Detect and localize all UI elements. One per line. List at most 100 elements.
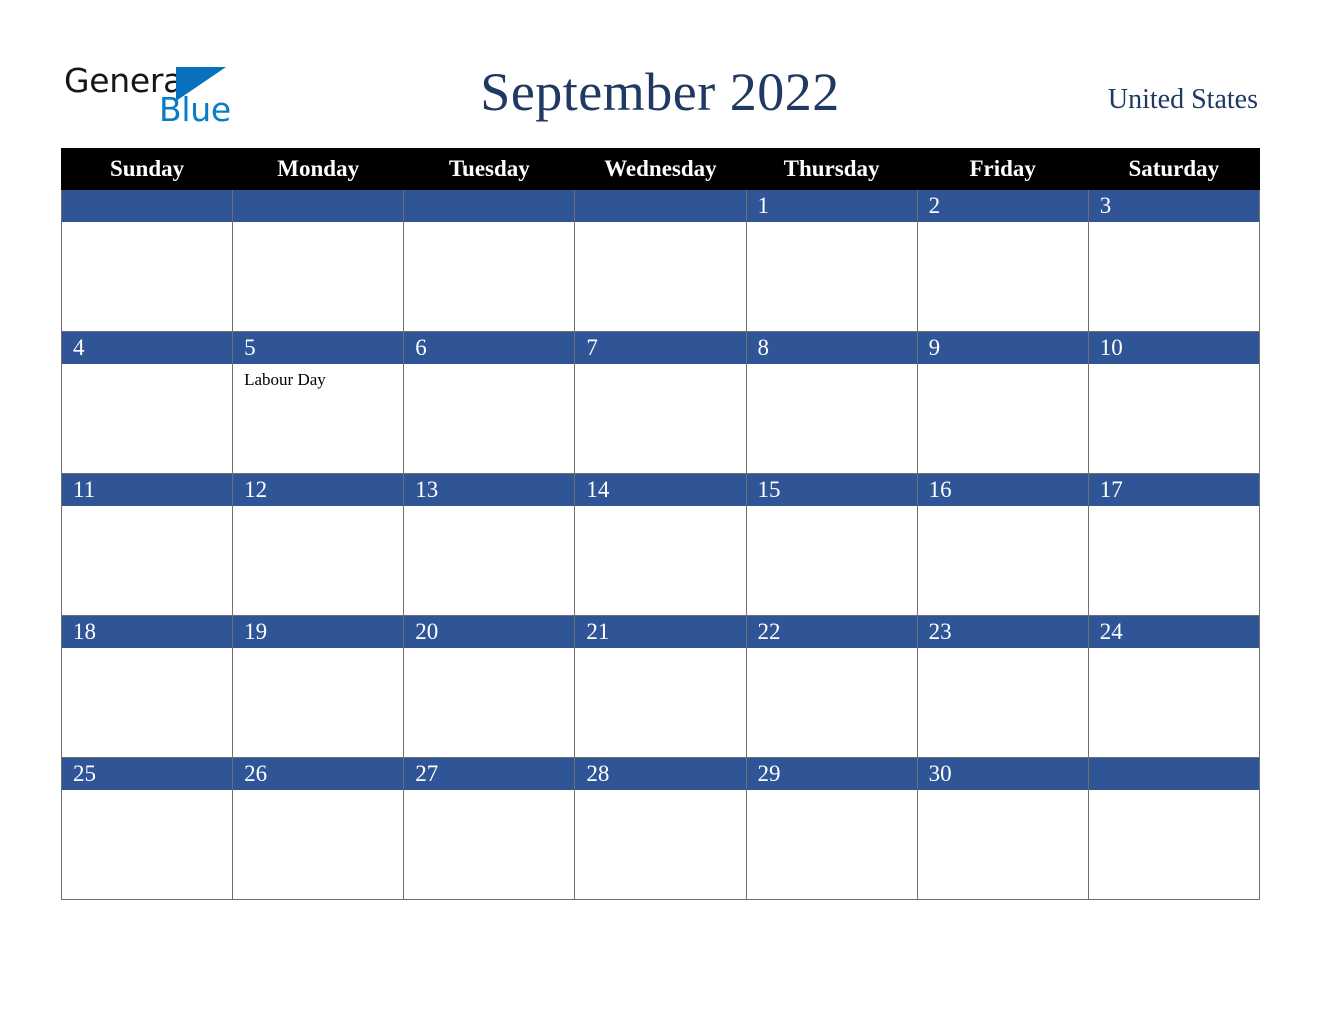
calendar-day-cell[interactable]: 14 [574,473,747,616]
calendar-day-cell[interactable]: 7 [574,331,747,474]
day-cell-inner [62,190,233,331]
calendar-day-cell[interactable] [60,189,234,332]
day-events [1089,648,1259,653]
calendar-day-cell[interactable]: 17 [1087,473,1260,616]
day-cell-inner: 16 [917,474,1088,615]
day-events [404,364,574,369]
day-number [575,190,746,222]
calendar-week-row: 25 26 27 28 29 30 [60,757,1260,900]
calendar-body: 1 2 3 4 5 Labour Day 6 7 8 9 10 11 12 13 14 15 16 17 18 19 2… [60,189,1260,900]
day-number: 4 [62,332,233,364]
calendar-day-cell[interactable]: 20 [403,615,576,758]
calendar-day-cell[interactable]: 22 [745,615,918,758]
day-cell-inner: 26 [233,758,404,899]
day-events [62,506,232,511]
day-cell-inner: 11 [62,474,233,615]
calendar-day-cell[interactable]: 30 [916,757,1089,900]
calendar-day-cell[interactable]: 24 [1087,615,1260,758]
calendar-day-cell[interactable] [403,189,576,332]
day-number [1088,758,1259,790]
day-number: 10 [1088,332,1259,364]
day-events [1089,364,1259,369]
calendar-day-cell[interactable]: 9 [916,331,1089,474]
day-cell-inner [404,190,575,331]
day-cell-inner: 19 [233,616,404,757]
calendar-day-cell[interactable]: 28 [574,757,747,900]
day-events [918,648,1088,653]
page-header: General Blue September 2022 United State… [0,0,1320,148]
calendar-grid: Sunday Monday Tuesday Wednesday Thursday… [60,148,1260,900]
day-events [233,506,403,511]
calendar-day-cell[interactable]: 15 [745,473,918,616]
calendar-day-cell[interactable]: 21 [574,615,747,758]
calendar-day-cell[interactable]: 12 [232,473,405,616]
calendar-day-cell[interactable]: 18 [60,615,234,758]
day-events [918,364,1088,369]
day-cell-inner: 23 [917,616,1088,757]
calendar-day-cell[interactable]: 25 [60,757,234,900]
calendar-week-row: 4 5 Labour Day 6 7 8 9 10 [60,331,1260,474]
day-number: 15 [746,474,917,506]
day-events [747,506,917,511]
day-events [747,790,917,795]
day-number: 7 [575,332,746,364]
day-cell-inner: 8 [746,332,917,473]
day-events: Labour Day [233,364,403,391]
day-cell-inner: 29 [746,758,917,899]
day-number: 5 [233,332,404,364]
day-cell-inner: 3 [1088,190,1259,331]
calendar-day-cell[interactable]: 10 [1087,331,1260,474]
day-number: 27 [404,758,575,790]
day-number: 2 [917,190,1088,222]
day-number: 25 [62,758,233,790]
calendar-day-cell[interactable]: 1 [745,189,918,332]
calendar-day-cell[interactable]: 23 [916,615,1089,758]
day-events [233,222,403,227]
day-events [404,790,574,795]
day-number: 11 [62,474,233,506]
calendar-day-cell[interactable]: 13 [403,473,576,616]
calendar-day-cell[interactable]: 2 [916,189,1089,332]
day-cell-inner: 7 [575,332,746,473]
day-events [404,506,574,511]
day-number: 30 [917,758,1088,790]
day-events [62,364,232,369]
calendar-day-cell[interactable]: 8 [745,331,918,474]
calendar-day-cell[interactable] [574,189,747,332]
calendar-day-cell[interactable]: 29 [745,757,918,900]
day-cell-inner: 14 [575,474,746,615]
day-events [575,790,745,795]
calendar-day-cell[interactable]: 27 [403,757,576,900]
calendar-day-cell[interactable]: 6 [403,331,576,474]
calendar-day-cell[interactable]: 5 Labour Day [232,331,405,474]
calendar-week-row: 18 19 20 21 22 23 24 [60,615,1260,758]
day-cell-inner: 4 [62,332,233,473]
day-number: 12 [233,474,404,506]
day-cell-inner: 9 [917,332,1088,473]
day-events [62,648,232,653]
day-events [1089,506,1259,511]
calendar-day-cell[interactable] [232,189,405,332]
day-cell-inner: 27 [404,758,575,899]
calendar-day-cell[interactable]: 16 [916,473,1089,616]
calendar-day-cell[interactable]: 3 [1087,189,1260,332]
day-cell-inner: 10 [1088,332,1259,473]
day-cell-inner: 30 [917,758,1088,899]
calendar-day-cell[interactable]: 11 [60,473,234,616]
weekday-header-friday: Friday [916,148,1089,190]
day-number: 21 [575,616,746,648]
day-cell-inner: 24 [1088,616,1259,757]
day-number: 28 [575,758,746,790]
locale-label: United States [1107,84,1258,115]
calendar-day-cell[interactable]: 19 [232,615,405,758]
day-events [575,222,745,227]
day-events [747,364,917,369]
calendar-day-cell[interactable]: 4 [60,331,234,474]
day-number: 3 [1088,190,1259,222]
calendar-day-cell[interactable] [1087,757,1260,900]
day-cell-inner: 12 [233,474,404,615]
calendar-day-cell[interactable]: 26 [232,757,405,900]
weekday-header-sunday: Sunday [60,148,234,190]
weekday-header-saturday: Saturday [1087,148,1260,190]
weekday-header-thursday: Thursday [745,148,918,190]
